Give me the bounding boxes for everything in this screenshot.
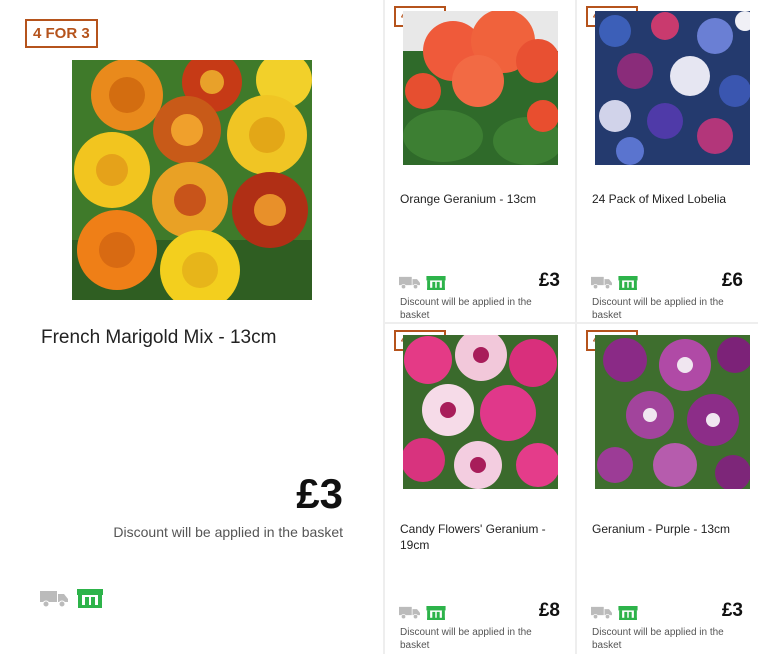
- offer-badge: 4 FOR 3: [25, 19, 98, 48]
- product-name[interactable]: Candy Flowers' Geranium - 19cm: [400, 521, 565, 553]
- product-price: £3: [721, 600, 743, 621]
- discount-note: Discount will be applied in the basket: [592, 297, 724, 321]
- discount-note: Discount will be applied in the basket: [113, 524, 343, 540]
- product-name[interactable]: Orange Geranium - 13cm: [400, 191, 565, 207]
- delivery-truck-icon: [591, 606, 612, 619]
- market-stall-icon: [426, 606, 446, 620]
- product-price: £3: [296, 470, 343, 517]
- candy-geranium-photo: [403, 335, 558, 489]
- market-stall-icon: [426, 276, 446, 290]
- product-price: £6: [721, 270, 743, 291]
- market-stall-icon: [618, 276, 638, 290]
- product-card-purple-geranium[interactable]: 4 FOR 3 Geranium - Purple - 13cm £: [577, 324, 758, 654]
- product-image[interactable]: [403, 335, 558, 489]
- product-name[interactable]: Geranium - Purple - 13cm: [592, 521, 757, 537]
- lobelia-photo: [595, 11, 750, 165]
- delivery-truck-icon: [399, 606, 420, 619]
- market-stall-icon: [77, 589, 103, 608]
- marigold-photo: [72, 60, 312, 300]
- product-image[interactable]: [595, 335, 750, 489]
- product-price: £3: [538, 270, 560, 291]
- delivery-truck-icon: [591, 276, 612, 289]
- product-name[interactable]: French Marigold Mix - 13cm: [41, 327, 276, 349]
- product-name[interactable]: 24 Pack of Mixed Lobelia: [592, 191, 757, 207]
- product-card-orange-geranium[interactable]: 4 FOR 3 Orange Geranium - 13cm £3 Discou…: [385, 0, 575, 322]
- product-card-candy-flowers-geranium[interactable]: 4 FOR 3 Candy Flowers' Geranium - 19cm: [385, 324, 575, 654]
- orange-geranium-photo: [403, 11, 558, 165]
- product-price: £8: [538, 600, 560, 621]
- discount-note: Discount will be applied in the basket: [400, 297, 532, 321]
- product-image[interactable]: [72, 60, 312, 300]
- market-stall-icon: [618, 606, 638, 620]
- discount-note: Discount will be applied in the basket: [592, 627, 724, 651]
- purple-geranium-photo: [595, 335, 750, 489]
- product-image[interactable]: [595, 11, 750, 165]
- product-image[interactable]: [403, 11, 558, 165]
- delivery-truck-icon: [40, 591, 68, 607]
- delivery-truck-icon: [399, 276, 420, 289]
- product-card-french-marigold[interactable]: 4 FOR 3 French Marigold Mix - 13cm £3 Di…: [0, 0, 383, 654]
- product-card-mixed-lobelia[interactable]: 4 FOR 3 24 Pack of Mixed Lobelia £: [577, 0, 758, 322]
- discount-note: Discount will be applied in the basket: [400, 627, 532, 651]
